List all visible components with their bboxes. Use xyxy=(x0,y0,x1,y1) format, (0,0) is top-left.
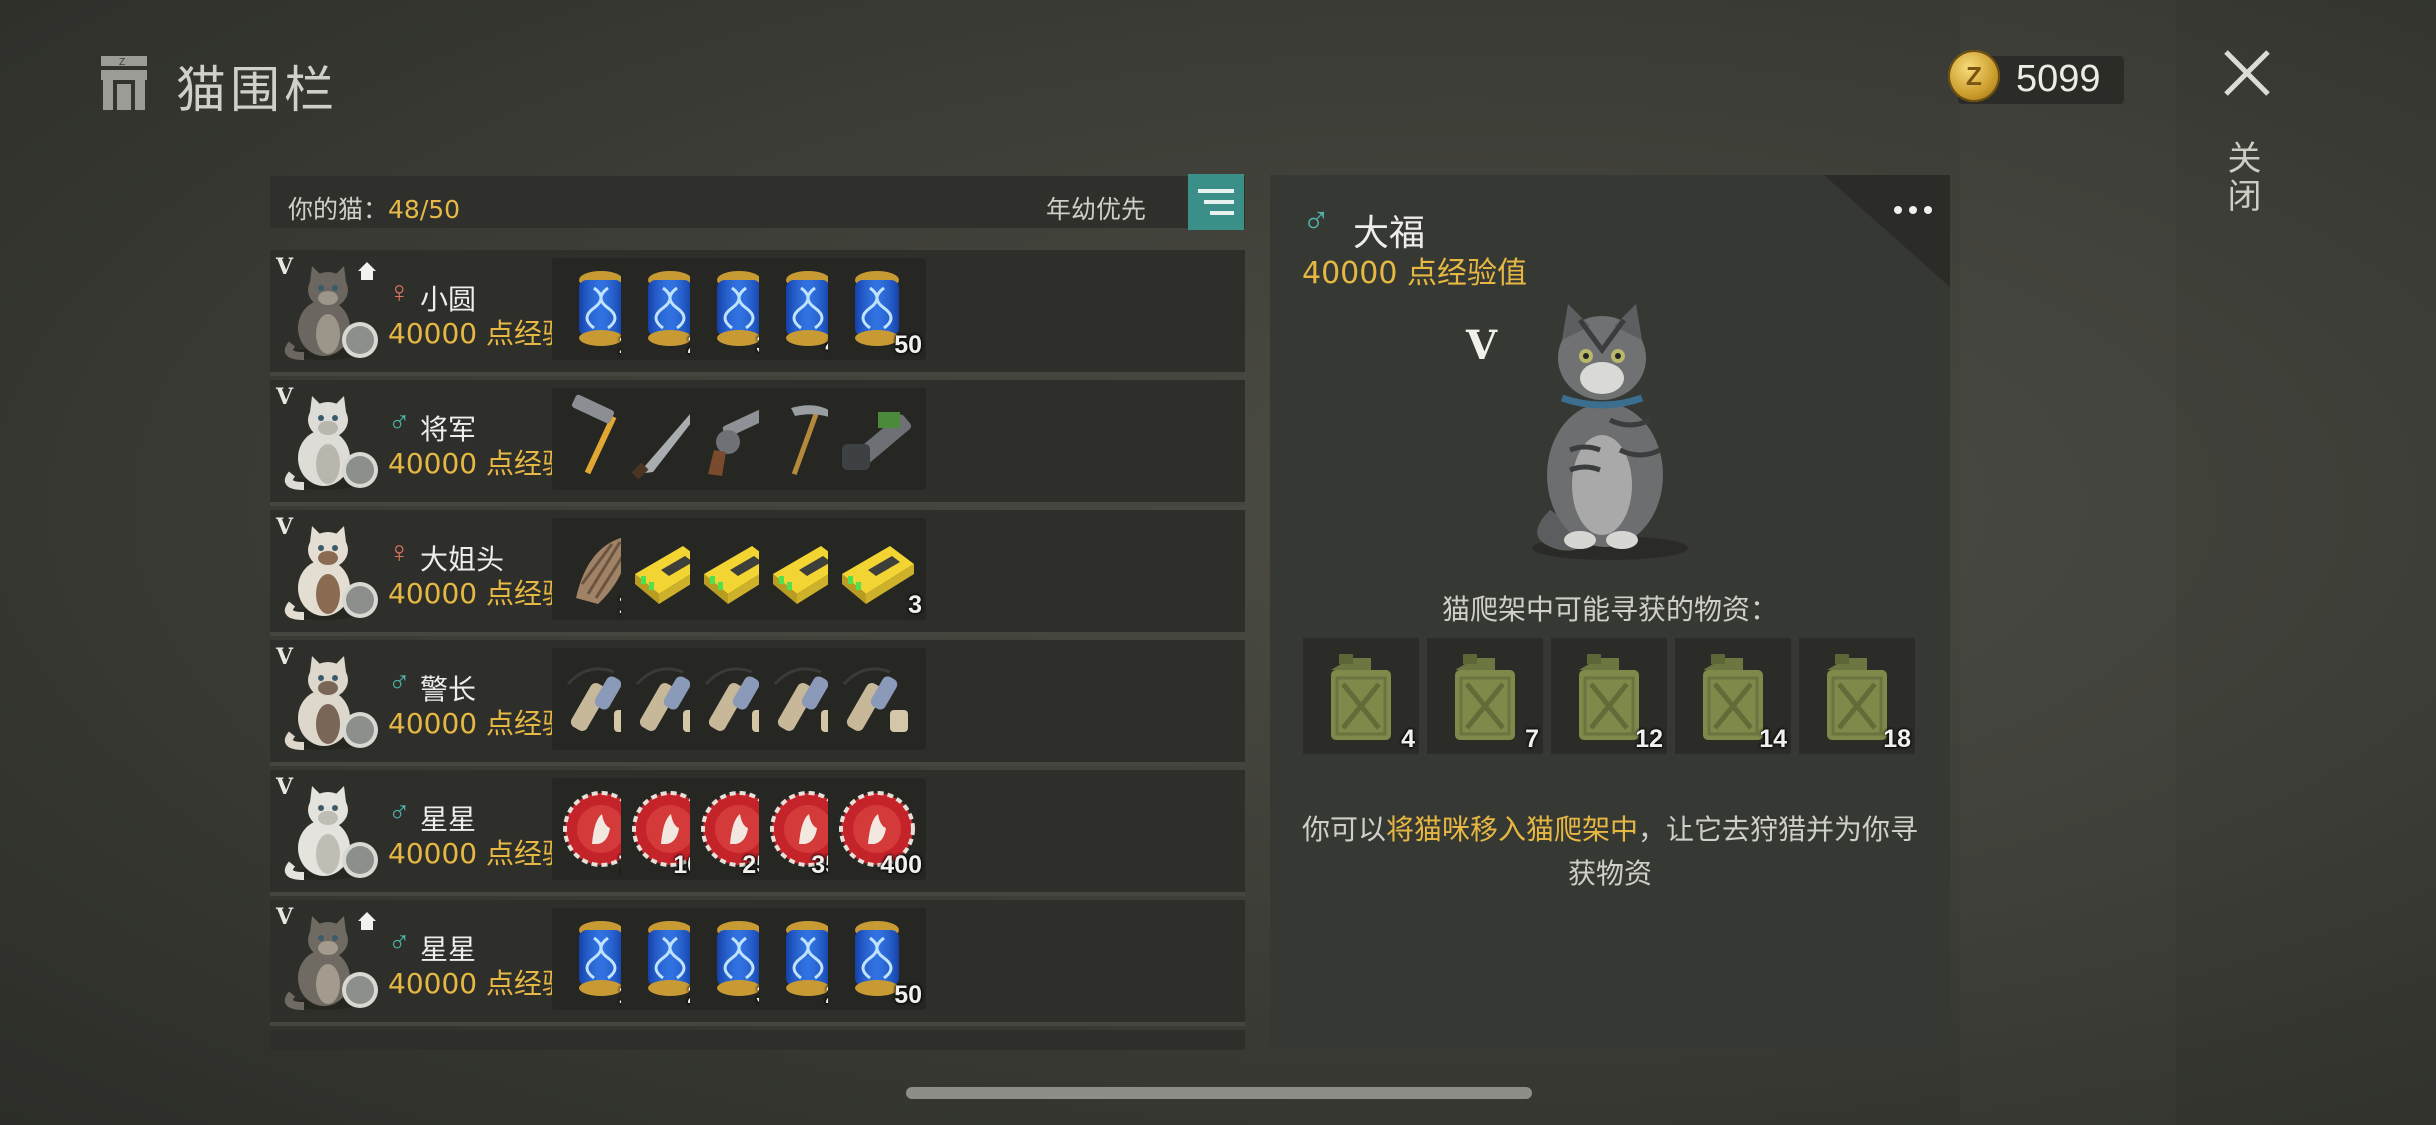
coin-value: 5099 xyxy=(2016,58,2101,100)
gender-icon: ♀ xyxy=(388,536,411,569)
loot-quantity: 14 xyxy=(1759,725,1787,753)
cat-count-value: 48/50 xyxy=(388,195,461,224)
gender-icon: ♂ xyxy=(388,666,411,699)
cat-count-label: 你的猫：48/50 xyxy=(288,190,460,226)
sort-button[interactable] xyxy=(1188,174,1244,230)
jerrycan-icon xyxy=(1331,654,1391,740)
loot-quantity: 7 xyxy=(1525,725,1539,753)
loot-quantity: 18 xyxy=(1883,725,1911,753)
cat-enclosure-icon: Z xyxy=(101,56,147,110)
cat-row[interactable]: V♂星星40000 点经验值1520352550 xyxy=(270,900,1245,1026)
detail-info-text: 你可以将猫咪移入猫爬架中，让它去狩猎并为你寻获物资 xyxy=(1300,808,1920,896)
item-quantity: 400 xyxy=(880,851,922,879)
item-slot[interactable]: 3 xyxy=(828,518,926,620)
cat-portrait xyxy=(1532,304,1688,560)
more-options-icon[interactable] xyxy=(1890,200,1936,220)
home-indicator-bar[interactable] xyxy=(906,1087,1532,1099)
loot-quantity: 4 xyxy=(1401,725,1415,753)
gender-icon: ♂ xyxy=(388,796,411,829)
detail-rank-badge: V xyxy=(1466,322,1498,369)
cat-avatar xyxy=(284,394,380,492)
loot-quantity: 12 xyxy=(1635,725,1663,753)
loot-slot[interactable]: 7 xyxy=(1427,638,1543,754)
item-slot[interactable] xyxy=(828,388,926,490)
info-prefix: 你可以 xyxy=(1301,813,1386,846)
sort-icon xyxy=(1198,189,1234,215)
item-slot[interactable]: 50 xyxy=(828,258,926,360)
gender-icon: ♀ xyxy=(388,276,411,309)
sort-mode-label[interactable]: 年幼优先 xyxy=(1046,190,1146,226)
cat-count-caption: 你的猫： xyxy=(288,195,389,224)
jerrycan-icon xyxy=(1455,654,1515,740)
cat-avatar xyxy=(284,524,380,622)
loot-slot[interactable]: 18 xyxy=(1799,638,1915,754)
gender-icon: ♂ xyxy=(388,926,411,959)
loot-slot[interactable]: 4 xyxy=(1303,638,1419,754)
svg-text:Z: Z xyxy=(119,57,125,68)
loot-slot[interactable]: 14 xyxy=(1675,638,1791,754)
cat-avatar xyxy=(284,784,380,882)
cat-row[interactable]: V♀小圆40000 点经验值1520354550 xyxy=(270,250,1245,376)
item-slot[interactable]: 50 xyxy=(828,908,926,1010)
item-slot[interactable]: 400 xyxy=(828,778,926,880)
item-slot[interactable] xyxy=(828,648,926,750)
loot-title: 猫爬架中可能寻获的物资： xyxy=(1441,593,1778,626)
cat-avatar xyxy=(284,654,380,752)
cat-row[interactable]: V ♂ 将军 40000 点经验值 xyxy=(270,380,1245,506)
cat-row[interactable]: V ♂ 警长 40000 点经验值 xyxy=(270,640,1245,766)
gold-coin-icon: Z xyxy=(1948,50,2000,102)
detail-cat-exp: 40000 点经验值 xyxy=(1302,256,1527,291)
cat-list[interactable]: V♀小圆40000 点经验值1520354550V♂将军40000 点经验值V♀… xyxy=(270,250,1245,1050)
side-strip xyxy=(1960,0,2176,1125)
detail-gender-icon: ♂ xyxy=(1302,200,1331,242)
gender-icon: ♂ xyxy=(388,406,411,439)
loot-slot[interactable]: 12 xyxy=(1551,638,1667,754)
item-quantity: 50 xyxy=(894,331,922,359)
home-icon xyxy=(358,912,376,930)
item-quantity: 3 xyxy=(908,591,922,619)
item-quantity: 50 xyxy=(894,981,922,1009)
close-icon[interactable] xyxy=(2218,44,2278,104)
home-icon xyxy=(358,262,376,280)
page-title: 猫围栏 xyxy=(176,61,338,119)
cable-roll-icon xyxy=(842,667,908,732)
close-label[interactable]: 关闭 xyxy=(2221,140,2266,216)
cat-row[interactable]: V♀大姐头40000 点经验值1323 xyxy=(270,510,1245,636)
cat-row[interactable]: V♂星星40000 点经验值70100250350400 xyxy=(270,770,1245,896)
cat-row-partial[interactable] xyxy=(270,1030,1245,1050)
chainsaw-icon xyxy=(842,412,912,470)
info-highlight[interactable]: 将猫咪移入猫爬架中 xyxy=(1386,813,1638,846)
